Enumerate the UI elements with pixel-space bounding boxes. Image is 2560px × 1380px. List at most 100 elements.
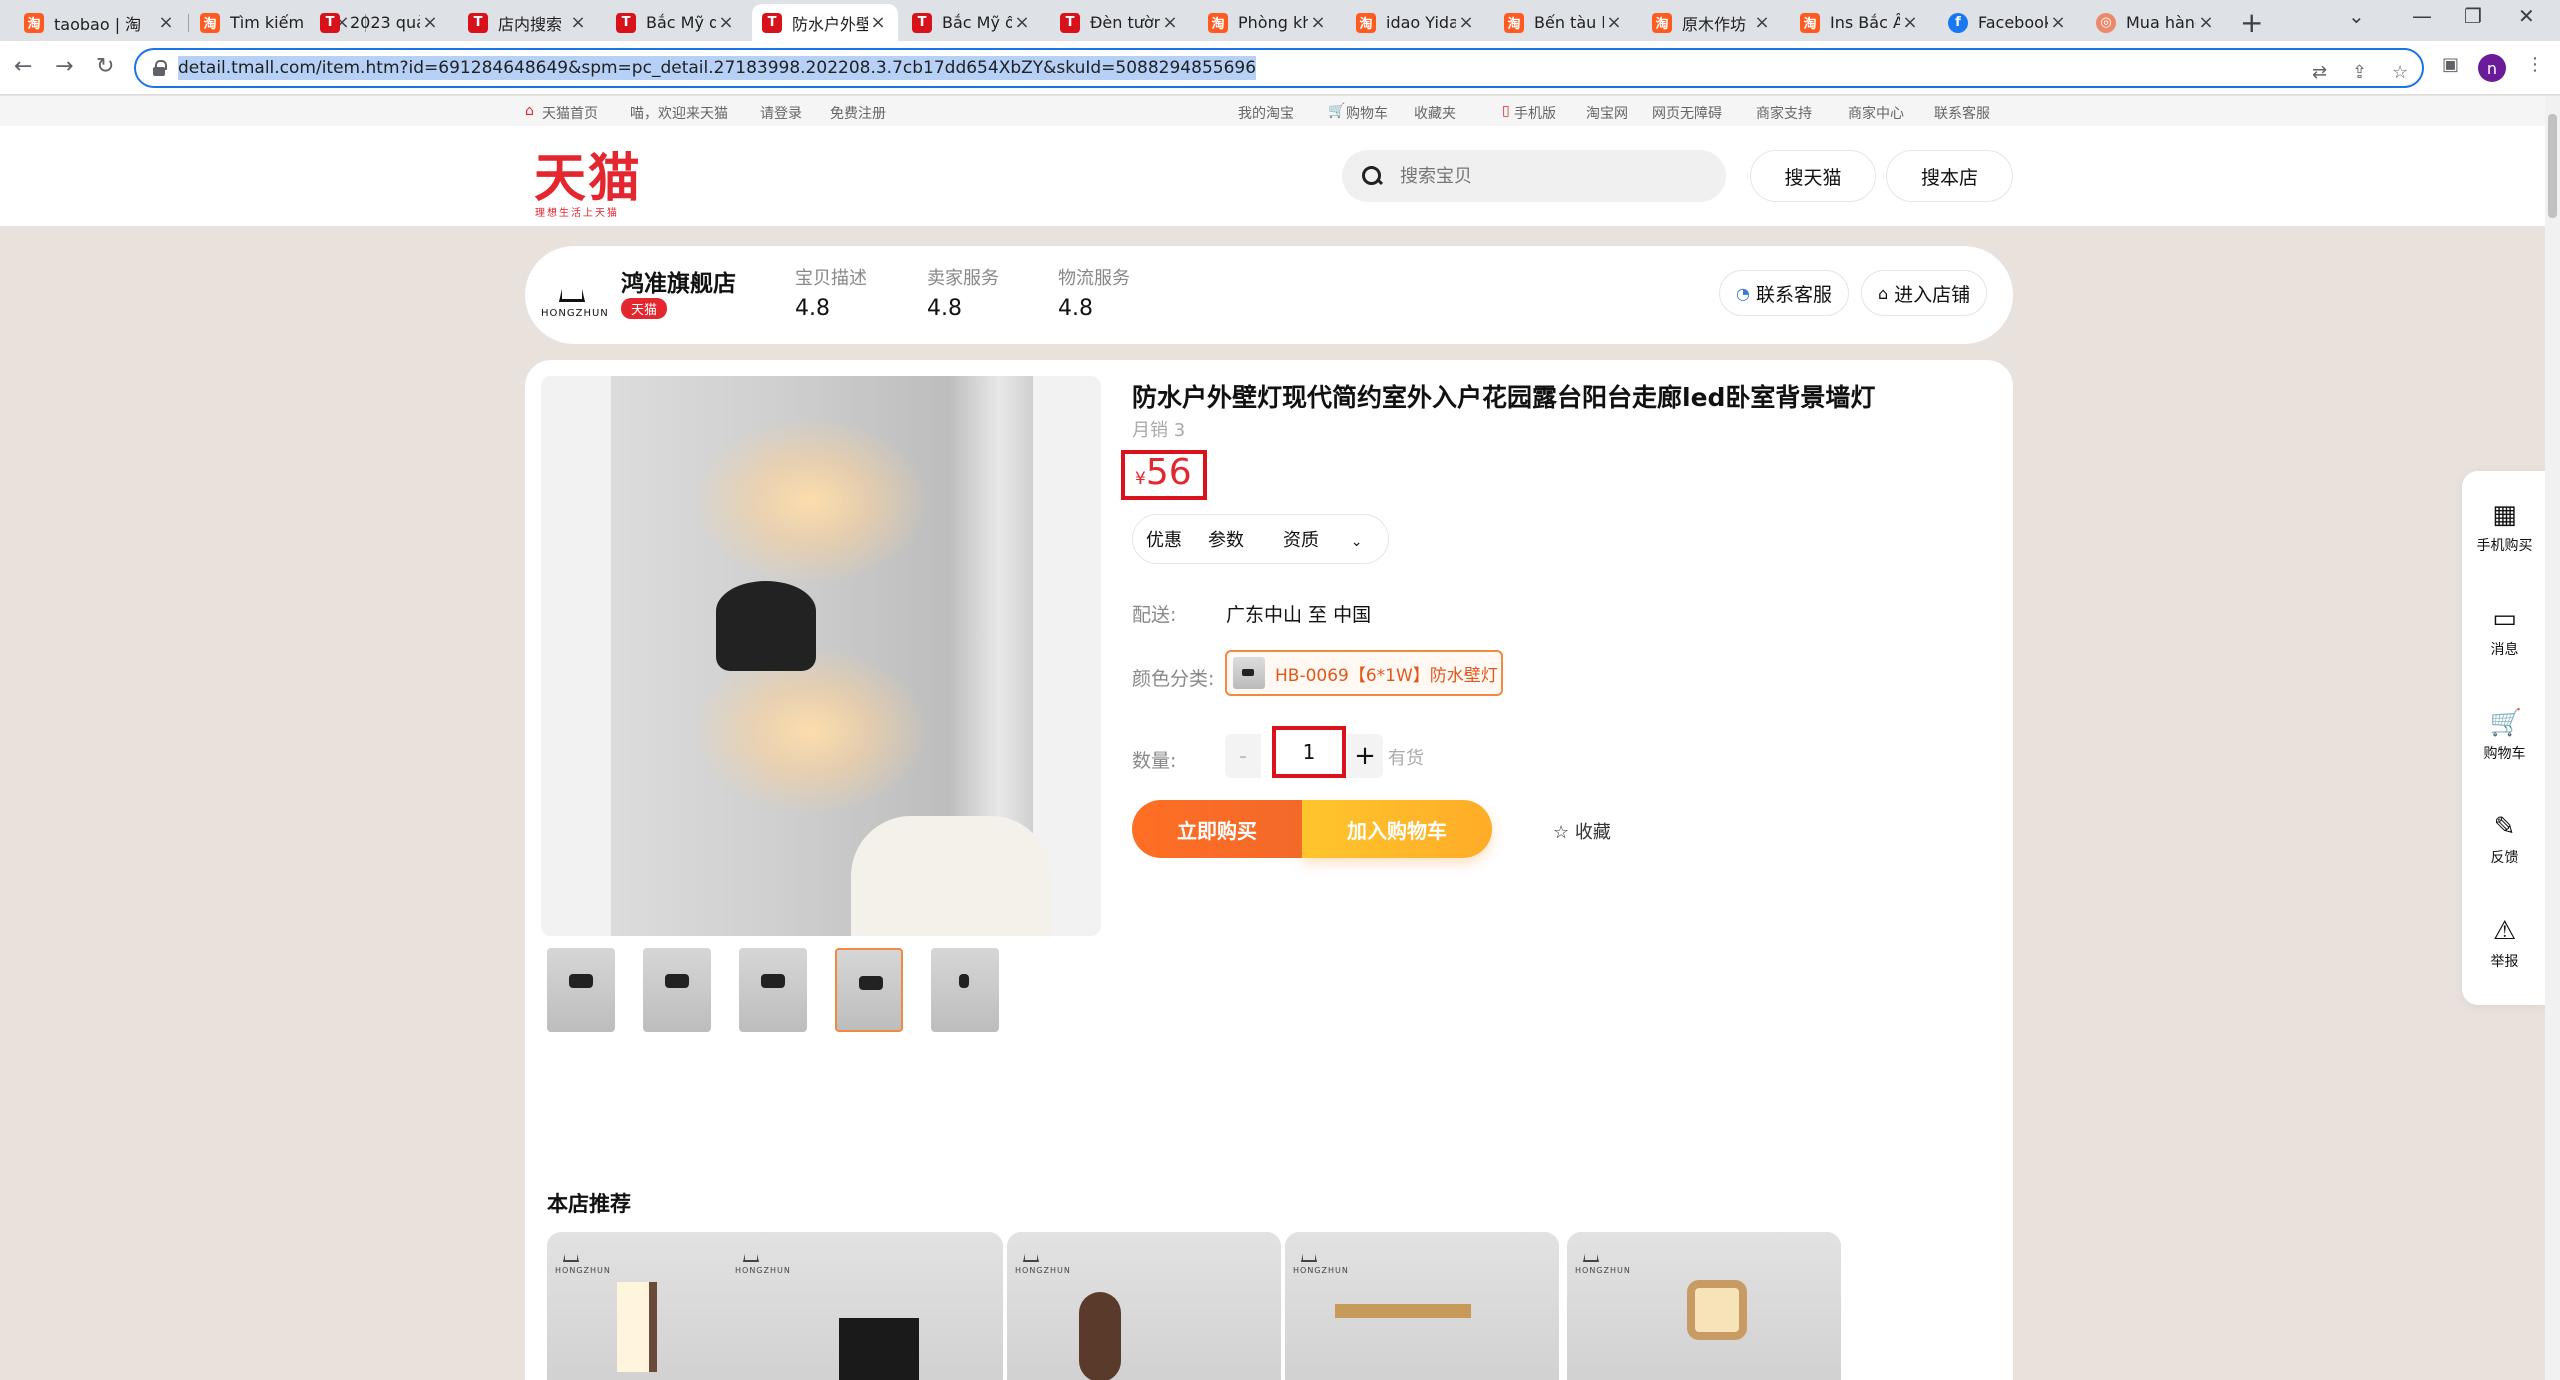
topbar-my-taobao[interactable]: 我的淘宝 xyxy=(1238,103,1294,123)
close-icon[interactable]: × xyxy=(568,12,588,33)
tab-discount[interactable]: 优惠 xyxy=(1133,526,1195,552)
tab-product-active[interactable]: T 防水户外壁 × xyxy=(752,4,898,41)
close-icon[interactable]: × xyxy=(156,12,176,33)
close-icon[interactable]: × xyxy=(868,12,888,33)
tab-bac-my-1[interactable]: T Bắc Mỹ dí × xyxy=(606,4,746,41)
restore-icon[interactable]: ❐ xyxy=(2464,4,2482,28)
close-icon[interactable]: × xyxy=(1012,12,1032,33)
delivery-value[interactable]: 广东中山 至 中国 xyxy=(1226,600,1371,627)
close-icon[interactable]: × xyxy=(716,12,736,33)
thumbnail[interactable] xyxy=(931,948,999,1032)
topbar-merchant-center[interactable]: 商家中心 xyxy=(1848,103,1904,123)
rail-cart[interactable]: 🛒 购物车 xyxy=(2462,709,2547,763)
close-icon[interactable]: × xyxy=(420,12,440,33)
search-tmall-button[interactable]: 搜天猫 xyxy=(1750,150,1876,202)
forward-icon[interactable]: → xyxy=(55,54,73,79)
url-text[interactable]: detail.tmall.com/item.htm?id=69128464864… xyxy=(178,56,1257,80)
close-icon[interactable]: × xyxy=(1604,12,1624,33)
topbar-login[interactable]: 请登录 xyxy=(760,103,802,123)
reload-icon[interactable]: ↻ xyxy=(96,54,114,79)
tab-bac-my-2[interactable]: TBắc Mỹ ốr× xyxy=(902,4,1042,41)
main-product-image[interactable] xyxy=(541,376,1101,936)
close-icon[interactable]: × xyxy=(1752,12,1772,33)
close-icon[interactable]: × xyxy=(1456,12,1476,33)
tab-taobao[interactable]: 淘 taobao | 淘 × xyxy=(14,4,186,41)
thumbnail[interactable] xyxy=(739,948,807,1032)
browser-tab-strip: 淘 taobao | 淘 × 淘 Tìm kiếm × T 2023 quả × T 店内搜索… xyxy=(0,0,2560,41)
tmall-logo[interactable]: 天猫 xyxy=(534,136,642,211)
color-option-selected[interactable]: HB-0069【6*1W】防水壁灯 xyxy=(1225,650,1503,696)
scrollbar-thumb[interactable] xyxy=(2548,114,2557,218)
quantity-input[interactable] xyxy=(1272,726,1346,778)
close-icon[interactable]: × xyxy=(1900,12,1920,33)
translate-icon[interactable]: ⇄ xyxy=(2312,62,2327,83)
favorite-button[interactable]: ☆ 收藏 xyxy=(1553,818,1611,844)
tab-qualification[interactable]: 资质 ⌄ xyxy=(1257,526,1388,552)
close-icon[interactable]: × xyxy=(1308,12,1328,33)
share-icon[interactable]: ⇪ xyxy=(2352,62,2367,83)
recommend-title: 本店推荐 xyxy=(547,1192,631,1216)
tab-search-chevron-icon[interactable]: ⌄ xyxy=(2348,4,2365,28)
enter-shop-button[interactable]: ⌂ 进入店铺 xyxy=(1861,270,1988,316)
quantity-decrease-button[interactable]: - xyxy=(1225,734,1261,778)
product-title: 防水户外壁灯现代简约室外入户花园露台阳台走廊led卧室背景墙灯 xyxy=(1132,383,1876,412)
topbar-home[interactable]: 天猫首页 xyxy=(542,103,598,123)
side-panel-icon[interactable]: ▣ xyxy=(2442,54,2459,75)
search-box[interactable] xyxy=(1342,150,1726,202)
phone-icon: ▯ xyxy=(1502,103,1510,119)
tab-ins[interactable]: 淘Ins Bắc Âu× xyxy=(1790,4,1930,41)
topbar-register[interactable]: 免费注册 xyxy=(830,103,886,123)
tab-yuanmu[interactable]: 淘原木作坊 × xyxy=(1642,4,1782,41)
tab-2023[interactable]: T 2023 quả × xyxy=(310,4,450,41)
rail-report[interactable]: ⚠ 举报 xyxy=(2462,917,2547,971)
topbar-accessibility[interactable]: 网页无障碍 xyxy=(1652,103,1722,123)
close-icon[interactable]: × xyxy=(1160,12,1180,33)
shop-name[interactable]: 鸿准旗舰店 xyxy=(621,264,736,298)
recommend-item[interactable]: HONGZHUN xyxy=(727,1232,1003,1380)
topbar-contact[interactable]: 联系客服 xyxy=(1934,103,1990,123)
close-window-icon[interactable]: ✕ xyxy=(2518,4,2535,28)
back-icon[interactable]: ← xyxy=(14,54,32,79)
tab-ben-tau[interactable]: 淘Bến tàu bi× xyxy=(1494,4,1634,41)
menu-kebab-icon[interactable]: ⋮ xyxy=(2526,54,2544,75)
close-icon[interactable]: × xyxy=(2196,12,2216,33)
tab-phong-khach[interactable]: 淘Phòng khá× xyxy=(1198,4,1338,41)
buy-now-button[interactable]: 立即购买 xyxy=(1132,800,1302,858)
recommend-item[interactable]: HONGZHUN xyxy=(1285,1232,1559,1380)
search-shop-button[interactable]: 搜本店 xyxy=(1886,150,2013,202)
topbar-favorites[interactable]: 收藏夹 xyxy=(1414,103,1456,123)
search-input[interactable] xyxy=(1400,165,1700,187)
bookmark-star-icon[interactable]: ☆ xyxy=(2392,62,2408,83)
tab-facebook[interactable]: f Facebook × xyxy=(1938,4,2078,41)
thumbnail-selected[interactable] xyxy=(835,948,903,1032)
recommend-item[interactable]: HONGZHUN xyxy=(1007,1232,1281,1380)
tab-mua-hang[interactable]: ◎Mua hàng× xyxy=(2086,4,2226,41)
tab-shop-search[interactable]: T 店内搜索 × xyxy=(458,4,598,41)
rail-feedback[interactable]: ✎ 反馈 xyxy=(2462,813,2547,867)
quantity-increase-button[interactable]: + xyxy=(1347,734,1383,778)
shop-logo[interactable]: HONGZHUN xyxy=(541,268,608,324)
topbar-taobao[interactable]: 淘宝网 xyxy=(1586,103,1628,123)
recommend-item[interactable]: HONGZHUN xyxy=(1567,1232,1841,1380)
new-tab-plus-icon[interactable]: + xyxy=(2240,6,2263,39)
tab-idao[interactable]: 淘 idao Yida × xyxy=(1346,4,1486,41)
contact-service-button[interactable]: ◔ 联系客服 xyxy=(1719,270,1849,316)
page-scrollbar[interactable] xyxy=(2545,96,2560,1380)
address-bar[interactable]: detail.tmall.com/item.htm?id=69128464864… xyxy=(134,48,2424,88)
add-to-cart-button[interactable]: 加入购物车 xyxy=(1302,800,1492,858)
profile-avatar[interactable]: n xyxy=(2478,54,2506,82)
tab-den-tuong[interactable]: TĐèn tường× xyxy=(1050,4,1190,41)
tab-params[interactable]: 参数 xyxy=(1195,526,1257,552)
close-icon[interactable]: × xyxy=(2048,12,2068,33)
topbar-cart[interactable]: 购物车 xyxy=(1346,103,1388,123)
search-icon[interactable] xyxy=(1362,166,1382,186)
thumbnail[interactable] xyxy=(547,948,615,1032)
thumbnail[interactable] xyxy=(643,948,711,1032)
rail-message[interactable]: ▭ 消息 xyxy=(2462,605,2547,659)
minimize-icon[interactable]: — xyxy=(2412,4,2432,28)
lock-icon[interactable] xyxy=(152,60,167,76)
topbar-merchant-support[interactable]: 商家支持 xyxy=(1756,103,1812,123)
page-viewport: ⌂ 天猫首页 喵，欢迎来天猫 请登录 免费注册 我的淘宝 🛒 购物车 收藏夹 ▯… xyxy=(0,96,2547,1380)
topbar-mobile[interactable]: 手机版 xyxy=(1514,103,1556,123)
rail-mobile-buy[interactable]: ▦ 手机购买 xyxy=(2462,501,2547,555)
